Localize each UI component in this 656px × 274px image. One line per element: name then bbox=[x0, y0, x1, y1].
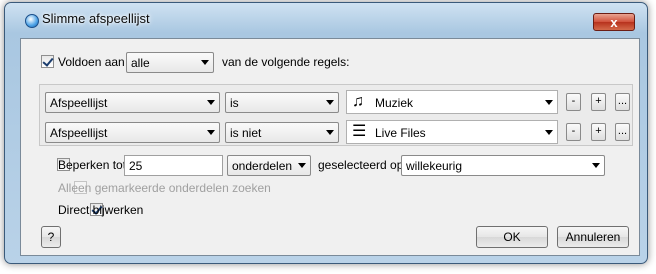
selected-by-label: geselecteerd op bbox=[318, 158, 404, 172]
rule-value-select[interactable]: ♫ Muziek bbox=[346, 90, 558, 114]
chevron-down-icon bbox=[592, 163, 600, 168]
rule-field-select[interactable]: Afspeellijst bbox=[45, 92, 220, 113]
dialog-body: Voldoen aan alle van de volgende regels:… bbox=[20, 38, 640, 256]
rule-value-select[interactable]: ☰ Live Files bbox=[346, 120, 558, 144]
rule-options-button[interactable]: ... bbox=[615, 93, 630, 111]
remove-rule-button[interactable]: - bbox=[566, 123, 581, 141]
rules-panel: Afspeellijst is ♫ Muziek - + ... Afspeel… bbox=[39, 84, 633, 146]
add-rule-button[interactable]: + bbox=[591, 123, 606, 141]
selected-by-select[interactable]: willekeurig bbox=[401, 155, 605, 176]
playlist-icon: ☰ bbox=[352, 123, 367, 140]
window-title: Slimme afspeellijst bbox=[42, 11, 150, 26]
limit-amount-field[interactable] bbox=[125, 156, 222, 175]
limit-amount-input[interactable] bbox=[124, 155, 223, 176]
rule-field-value: Afspeellijst bbox=[50, 96, 108, 110]
chevron-down-icon bbox=[201, 60, 209, 65]
cancel-button[interactable]: Annuleren bbox=[557, 226, 629, 248]
limit-label: Beperken tot bbox=[58, 158, 127, 172]
chevron-down-icon bbox=[207, 100, 215, 105]
match-mode-select[interactable]: alle bbox=[126, 52, 214, 73]
match-label: Voldoen aan bbox=[58, 55, 125, 69]
ok-button[interactable]: OK bbox=[476, 226, 548, 248]
itunes-icon bbox=[25, 14, 39, 28]
rule-operator-select[interactable]: is bbox=[225, 92, 339, 113]
close-button[interactable]: x bbox=[593, 13, 635, 31]
match-checkbox[interactable] bbox=[41, 55, 54, 68]
checked-only-label: Alleen gemarkeerde onderdelen zoeken bbox=[58, 181, 271, 195]
selected-by-value: willekeurig bbox=[406, 159, 463, 173]
chevron-down-icon bbox=[545, 100, 553, 105]
smart-playlist-dialog: Slimme afspeellijst x Voldoen aan alle v… bbox=[4, 2, 648, 264]
limit-unit-value: onderdelen bbox=[232, 159, 293, 173]
add-rule-button[interactable]: + bbox=[591, 93, 606, 111]
rule-value: Live Files bbox=[375, 126, 426, 140]
rule-field-value: Afspeellijst bbox=[50, 126, 108, 140]
live-update-label: Direct bijwerken bbox=[58, 203, 144, 217]
chevron-down-icon bbox=[326, 130, 334, 135]
help-button[interactable]: ? bbox=[41, 226, 61, 248]
rule-field-select[interactable]: Afspeellijst bbox=[45, 122, 220, 143]
rule-operator-select[interactable]: is niet bbox=[225, 122, 339, 143]
match-mode-value: alle bbox=[131, 56, 150, 70]
chevron-down-icon bbox=[326, 100, 334, 105]
rule-value: Muziek bbox=[375, 96, 414, 110]
limit-unit-select[interactable]: onderdelen bbox=[227, 155, 311, 176]
rule-operator-value: is bbox=[230, 96, 239, 110]
title-bar: Slimme afspeellijst x bbox=[5, 3, 647, 37]
remove-rule-button[interactable]: - bbox=[566, 93, 581, 111]
chevron-down-icon bbox=[207, 130, 215, 135]
chevron-down-icon bbox=[545, 130, 553, 135]
match-suffix: van de volgende regels: bbox=[222, 55, 350, 69]
rule-options-button[interactable]: ... bbox=[615, 123, 630, 141]
rule-operator-value: is niet bbox=[230, 126, 262, 140]
chevron-down-icon bbox=[298, 163, 306, 168]
music-note-icon: ♫ bbox=[352, 93, 364, 110]
